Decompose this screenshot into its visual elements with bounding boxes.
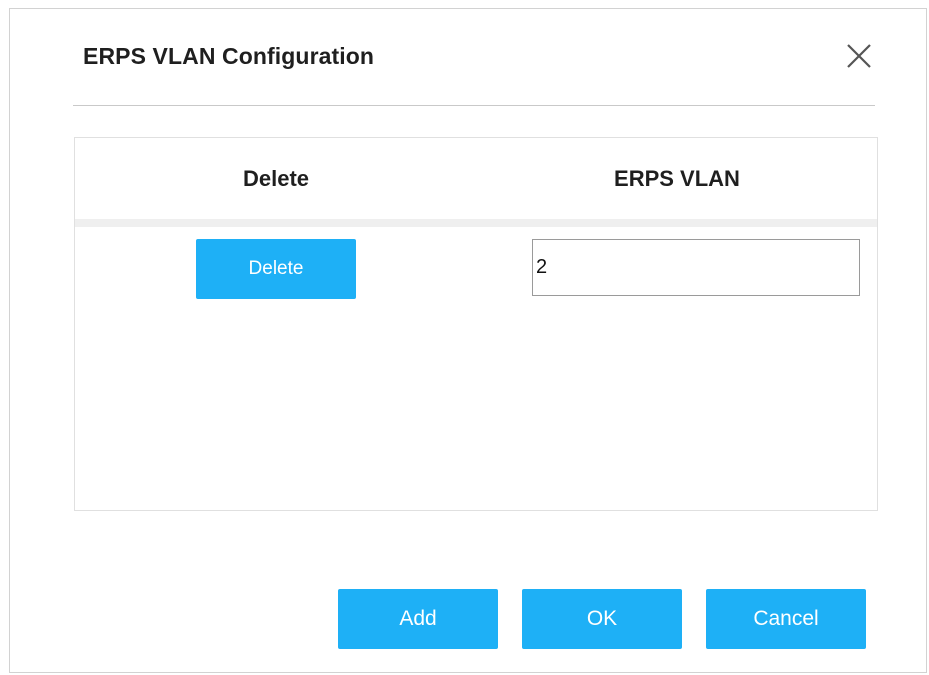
table-header: Delete ERPS VLAN	[75, 138, 877, 227]
add-button[interactable]: Add	[338, 589, 498, 649]
vlan-table: Delete ERPS VLAN Delete	[74, 137, 878, 511]
table-row: Delete	[75, 227, 877, 307]
dialog-title: ERPS VLAN Configuration	[83, 43, 375, 69]
row-delete-button[interactable]: Delete	[196, 239, 356, 299]
ok-button[interactable]: OK	[522, 589, 682, 649]
close-button[interactable]	[844, 41, 874, 71]
erps-vlan-input[interactable]	[532, 239, 860, 296]
column-header-erps-vlan: ERPS VLAN	[614, 166, 740, 191]
erps-vlan-dialog: ERPS VLAN Configuration Delete ERPS VLAN…	[9, 8, 927, 673]
cancel-button[interactable]: Cancel	[706, 589, 866, 649]
close-icon	[847, 44, 871, 68]
column-header-delete: Delete	[242, 166, 310, 191]
title-divider	[73, 105, 875, 106]
